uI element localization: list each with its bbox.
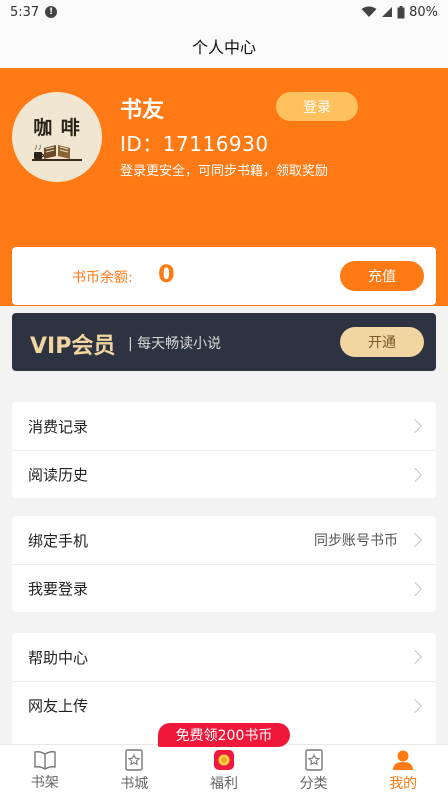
chevron-right-icon (407, 467, 423, 482)
tab-welfare[interactable]: 福利 (179, 745, 269, 796)
status-time: 5:37 (10, 4, 40, 20)
tab-label: 分类 (299, 775, 328, 792)
menu-item-help-center[interactable]: 帮助中心 (12, 633, 436, 681)
login-button[interactable]: 登录 (276, 92, 358, 121)
star-book-icon (125, 748, 144, 771)
tab-label: 福利 (209, 775, 238, 792)
user-icon (393, 750, 414, 770)
username: 书友 (120, 98, 165, 123)
menu-item-label: 阅读历史 (28, 466, 89, 484)
page-title: 个人中心 (191, 38, 256, 57)
avatar-logo-text: 咖 啡 (33, 116, 81, 139)
status-right: 80% (361, 5, 438, 20)
menu-item-label: 网友上传 (28, 697, 89, 715)
tab-category[interactable]: 分类 (269, 745, 359, 796)
tab-label: 书架 (30, 774, 59, 791)
free-coins-promo-badge[interactable]: 免费领200书币 (158, 723, 290, 747)
chevron-right-icon (407, 649, 423, 665)
battery-level: 80% (409, 4, 438, 20)
menu-group-account: 绑定手机 同步账号书币 我要登录 (12, 516, 436, 612)
vip-title: VIP会员 (30, 334, 116, 359)
chevron-right-icon (407, 698, 423, 713)
book-open-icon (34, 750, 56, 770)
tab-bookshelf[interactable]: 书架 (0, 745, 90, 796)
menu-item-reading-history[interactable]: 阅读历史 (12, 450, 436, 498)
coin-balance-label: 书币余额: (72, 270, 133, 286)
menu-item-label: 消费记录 (28, 417, 89, 436)
vip-subtitle: | 每天畅读小说 (128, 336, 222, 352)
wifi-icon (361, 6, 377, 17)
recharge-button[interactable]: 充值 (340, 261, 424, 291)
vip-open-button[interactable]: 开通 (340, 327, 424, 357)
tab-label: 我的 (389, 775, 418, 792)
menu-item-hint: 同步账号书币 (314, 533, 398, 549)
star-book-icon (304, 748, 323, 771)
cell-signal-icon (382, 7, 393, 17)
vip-card[interactable]: VIP会员 | 每天畅读小说 开通 (12, 313, 436, 371)
battery-icon (397, 5, 405, 18)
menu-item-bind-phone[interactable]: 绑定手机 同步账号书币 (12, 516, 436, 564)
status-bar: 5:37 ! 80% (0, 0, 448, 24)
login-tip: 登录更安全，可同步书籍，领取奖励 (120, 164, 329, 179)
menu-item-label: 帮助中心 (28, 648, 89, 667)
menu-group-records: 消费记录 阅读历史 (12, 402, 436, 498)
chevron-right-icon (407, 532, 423, 548)
gift-icon (213, 749, 234, 770)
menu-item-label: 绑定手机 (28, 531, 89, 550)
tab-bookstore[interactable]: 书城 (90, 745, 180, 796)
coffee-book-icon (32, 144, 82, 161)
bottom-tab-bar: 书架 书城 福利 分类 我的 (0, 744, 448, 796)
menu-item-label: 我要登录 (28, 580, 89, 598)
notification-alert-icon: ! (45, 6, 58, 18)
menu-item-login[interactable]: 我要登录 (12, 564, 436, 612)
chevron-right-icon (407, 581, 423, 596)
menu-item-purchase-records[interactable]: 消费记录 (12, 402, 436, 450)
user-id: ID：17116930 (120, 132, 269, 156)
coin-balance-value: 0 (158, 260, 175, 288)
title-bar: 个人中心 (0, 24, 448, 68)
tab-label: 书城 (120, 775, 149, 792)
coin-balance-card: 书币余额: 0 充值 (12, 247, 436, 305)
tab-mine[interactable]: 我的 (358, 745, 448, 796)
avatar[interactable]: 咖 啡 (12, 92, 102, 182)
menu-item-user-upload[interactable]: 网友上传 (12, 681, 436, 729)
chevron-right-icon (407, 418, 423, 434)
